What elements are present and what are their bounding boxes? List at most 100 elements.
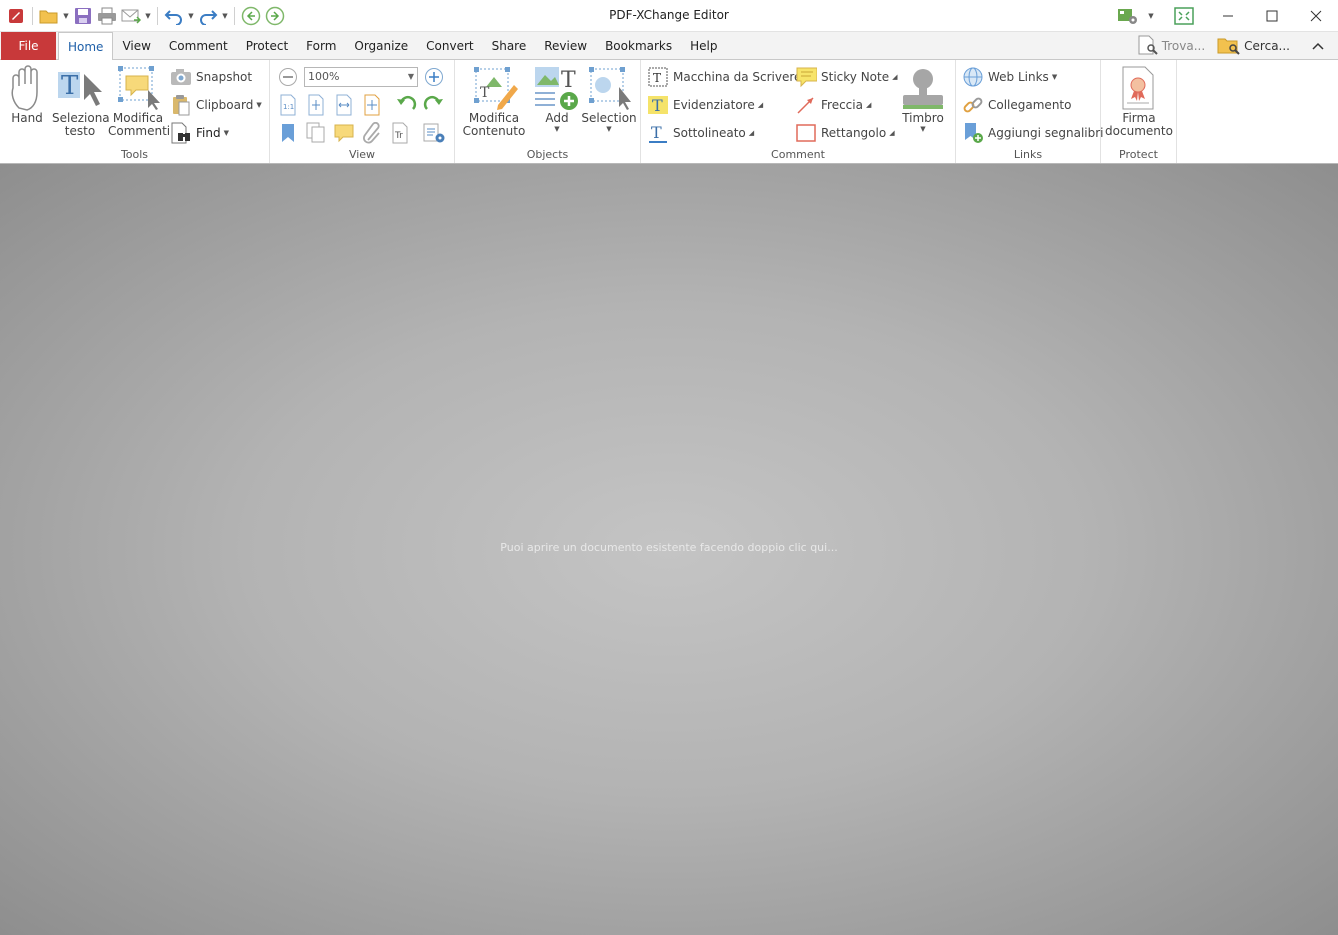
tab-view[interactable]: View [113,32,159,60]
clipboard-dropdown-icon: ▼ [256,101,262,109]
file-tab[interactable]: File [1,32,56,60]
highlight-button[interactable]: T Evidenziatore ◢ [647,93,763,117]
content-pane-icon[interactable]: Tr [388,121,412,145]
edit-comments-button[interactable]: Modifica Commenti [108,64,171,138]
search-bar: Trova... Cerca... [1137,32,1330,60]
stamp-dropdown-icon: ▼ [920,125,926,133]
zoom-dropdown-icon[interactable]: ▼ [408,68,414,86]
email-dropdown-icon[interactable]: ▼ [143,4,153,28]
selection-button[interactable]: Selection ▼ [581,64,637,133]
tab-convert[interactable]: Convert [417,32,482,60]
fullscreen-icon[interactable] [1172,4,1196,28]
rectangle-button[interactable]: Rettangolo ◢ [795,121,895,145]
arrow-button[interactable]: Freccia ◢ [795,93,871,117]
clipboard-icon [170,94,192,116]
svg-text:T: T [561,68,576,93]
web-links-button[interactable]: Web Links ▼ [962,65,1057,89]
bookmarks-pane-icon[interactable] [276,121,300,145]
underline-dropdown-icon: ◢ [748,129,755,137]
separator [234,7,235,25]
edit-content-label: Modifica Contenuto [462,111,526,138]
add-objects-button[interactable]: T Add ▼ [531,64,583,133]
undo-dropdown-icon[interactable]: ▼ [186,4,196,28]
group-label-comment: Comment [771,148,825,161]
open-dropdown-icon[interactable]: ▼ [61,4,71,28]
edit-content-button[interactable]: T Modifica Contenuto [459,64,529,138]
app-logo-icon[interactable] [4,4,28,28]
comments-pane-icon[interactable] [332,121,356,145]
edit-comments-label: Modifica Commenti [108,111,171,138]
add-bookmarks-button[interactable]: Aggiungi segnalibri [962,121,1104,145]
email-icon[interactable] [119,4,143,28]
fit-page-icon[interactable] [304,93,328,117]
print-icon[interactable] [95,4,119,28]
redo-dropdown-icon[interactable]: ▼ [220,4,230,28]
tab-review[interactable]: Review [535,32,596,60]
select-text-icon: T [56,64,104,112]
web-links-label: Web Links [988,70,1049,84]
group-label-links: Links [1013,148,1043,161]
zoom-in-icon[interactable] [422,65,446,89]
underline-button[interactable]: T Sottolineato ◢ [647,121,754,145]
tab-form[interactable]: Form [297,32,345,60]
sign-document-button[interactable]: Firma documento [1103,64,1175,138]
binoculars-icon [170,122,192,144]
tab-help[interactable]: Help [681,32,726,60]
back-icon[interactable] [239,4,263,28]
find-tool-button[interactable]: Find ▼ [170,121,229,145]
hand-tool-button[interactable]: Hand [4,64,50,125]
add-bookmark-icon [962,122,984,144]
highlight-label: Evidenziatore [673,98,755,112]
minimize-button[interactable] [1206,0,1250,32]
find-doc-icon [1137,35,1159,58]
open-folder-icon[interactable] [37,4,61,28]
tab-home[interactable]: Home [58,32,114,61]
rotate-right-icon[interactable] [422,93,446,117]
close-button[interactable] [1294,0,1338,32]
group-label-view: View [348,148,376,161]
maximize-button[interactable] [1250,0,1294,32]
save-icon[interactable] [71,4,95,28]
undo-icon[interactable] [162,4,186,28]
select-text-button[interactable]: T Seleziona testo [52,64,110,138]
stamp-button[interactable]: Timbro ▼ [897,64,949,133]
forward-icon[interactable] [263,4,287,28]
actual-size-icon[interactable]: 1:1 [276,93,300,117]
customize-ui-icon[interactable] [1116,4,1140,28]
tab-comment[interactable]: Comment [160,32,237,60]
search-button[interactable]: Cerca... [1217,35,1290,58]
redo-icon[interactable] [196,4,220,28]
find-label: Trova... [1161,39,1206,53]
stamp-label: Timbro [902,111,944,125]
document-workspace[interactable]: Puoi aprire un documento esistente facen… [0,164,1338,935]
sticky-note-button[interactable]: Sticky Note ◢ [795,65,898,89]
arrow-icon [795,94,817,116]
svg-text:T: T [480,85,490,101]
tab-bookmarks[interactable]: Bookmarks [596,32,681,60]
clipboard-button[interactable]: Clipboard ▼ [170,93,262,117]
zoom-out-icon[interactable] [276,65,300,89]
customize-dropdown-icon[interactable]: ▼ [1146,4,1156,28]
ribbon-group-links: Web Links ▼ Collegamento Aggiungi segnal… [956,60,1104,163]
thumbnails-pane-icon[interactable] [304,121,328,145]
link-button[interactable]: Collegamento [962,93,1071,117]
fit-visible-icon[interactable] [360,93,384,117]
fit-width-icon[interactable] [332,93,356,117]
ribbon-group-comment: T Macchina da Scrivere ◢ T Evidenziatore… [641,60,956,163]
separator [157,7,158,25]
collapse-ribbon-icon[interactable] [1306,34,1330,58]
tab-protect[interactable]: Protect [237,32,297,60]
attachments-pane-icon[interactable] [360,121,384,145]
tab-organize[interactable]: Organize [345,32,417,60]
typewriter-button[interactable]: T Macchina da Scrivere ◢ [647,65,810,89]
camera-icon [170,66,192,88]
rotate-left-icon[interactable] [394,93,418,117]
view-settings-icon[interactable] [422,121,446,145]
sign-document-icon [1115,64,1163,112]
zoom-level-input[interactable]: 100% ▼ [304,67,418,87]
tab-share[interactable]: Share [483,32,536,60]
find-button[interactable]: Trova... [1137,35,1205,58]
title-right-icons: ▼ [1116,4,1196,28]
ribbon-tabs: Home View Comment Protect Form Organize … [58,32,726,61]
snapshot-button[interactable]: Snapshot [170,65,252,89]
